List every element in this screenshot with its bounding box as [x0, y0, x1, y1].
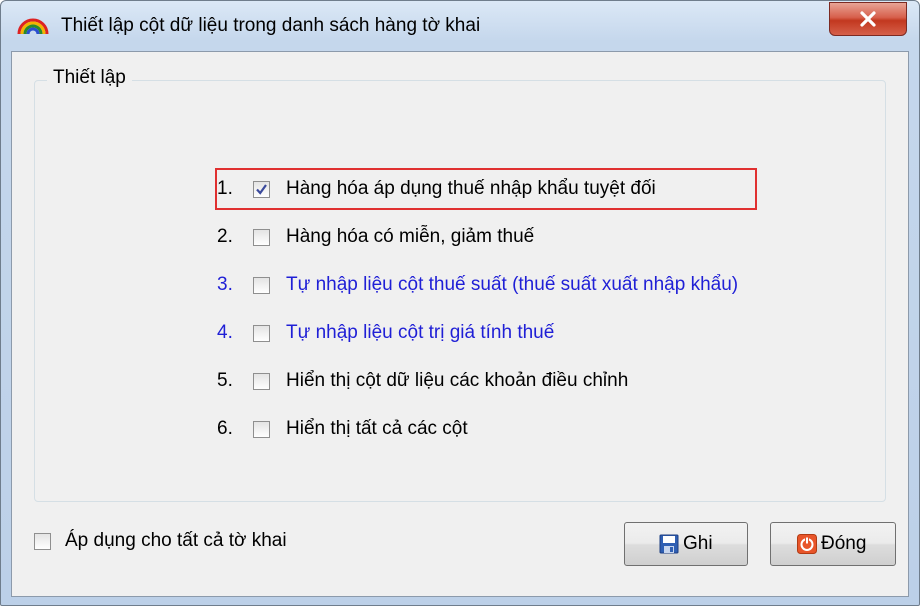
option-checkbox-2[interactable]	[253, 228, 270, 246]
option-label: Hiển thị tất cả các cột	[286, 418, 468, 439]
option-number: 4.	[217, 322, 233, 343]
rainbow-arc-icon	[17, 18, 49, 35]
save-button-label: Ghi	[683, 533, 713, 554]
close-button[interactable]: Đóng	[770, 522, 896, 566]
option-label: Hiển thị cột dữ liệu các khoản điều chỉn…	[286, 370, 629, 391]
option-checkbox-1[interactable]	[253, 180, 270, 198]
apply-all-row[interactable]: Áp dụng cho tất cả tờ khai	[34, 530, 287, 552]
settings-groupbox: Thiết lập 1. Hàng hóa áp dụng thuế nhập …	[34, 67, 886, 502]
checkmark-icon	[256, 183, 267, 195]
option-row-1[interactable]: 1. Hàng hóa áp dụng thuế nhập khẩu tuyệt…	[217, 174, 656, 204]
apply-all-checkbox[interactable]	[34, 532, 51, 550]
option-row-4[interactable]: 4. Tự nhập liệu cột trị giá tính thuế	[217, 318, 554, 348]
save-button[interactable]: Ghi	[624, 522, 748, 566]
close-x-icon	[860, 11, 876, 27]
option-label: Tự nhập liệu cột trị giá tính thuế	[286, 322, 555, 343]
option-number: 3.	[217, 274, 233, 295]
close-button-label: Đóng	[821, 533, 867, 554]
option-row-6[interactable]: 6. Hiển thị tất cả các cột	[217, 414, 468, 444]
power-icon	[797, 534, 817, 554]
option-row-3[interactable]: 3. Tự nhập liệu cột thuế suất (thuế suất…	[217, 270, 738, 300]
dialog-window: Thiết lập cột dữ liệu trong danh sách hà…	[0, 0, 920, 606]
option-number: 2.	[217, 226, 233, 247]
option-row-5[interactable]: 5. Hiển thị cột dữ liệu các khoản điều c…	[217, 366, 628, 396]
apply-all-label: Áp dụng cho tất cả tờ khai	[65, 530, 287, 551]
window-close-button[interactable]	[829, 2, 907, 36]
groupbox-legend: Thiết lập	[47, 67, 132, 89]
option-number: 1.	[217, 178, 233, 199]
floppy-disk-icon	[659, 534, 679, 554]
window-title: Thiết lập cột dữ liệu trong danh sách hà…	[61, 15, 481, 36]
title-bar[interactable]: Thiết lập cột dữ liệu trong danh sách hà…	[1, 1, 919, 53]
option-label: Hàng hóa áp dụng thuế nhập khẩu tuyệt đố…	[286, 178, 656, 199]
option-row-2[interactable]: 2. Hàng hóa có miễn, giảm thuế	[217, 222, 534, 252]
option-checkbox-3[interactable]	[253, 276, 270, 294]
option-number: 6.	[217, 418, 233, 439]
option-label: Hàng hóa có miễn, giảm thuế	[286, 226, 535, 247]
option-number: 5.	[217, 370, 233, 391]
option-checkbox-6[interactable]	[253, 420, 270, 438]
option-checkbox-5[interactable]	[253, 372, 270, 390]
option-label: Tự nhập liệu cột thuế suất (thuế suất xu…	[286, 274, 739, 295]
dialog-client-area: Thiết lập 1. Hàng hóa áp dụng thuế nhập …	[11, 51, 909, 597]
option-checkbox-4[interactable]	[253, 324, 270, 342]
